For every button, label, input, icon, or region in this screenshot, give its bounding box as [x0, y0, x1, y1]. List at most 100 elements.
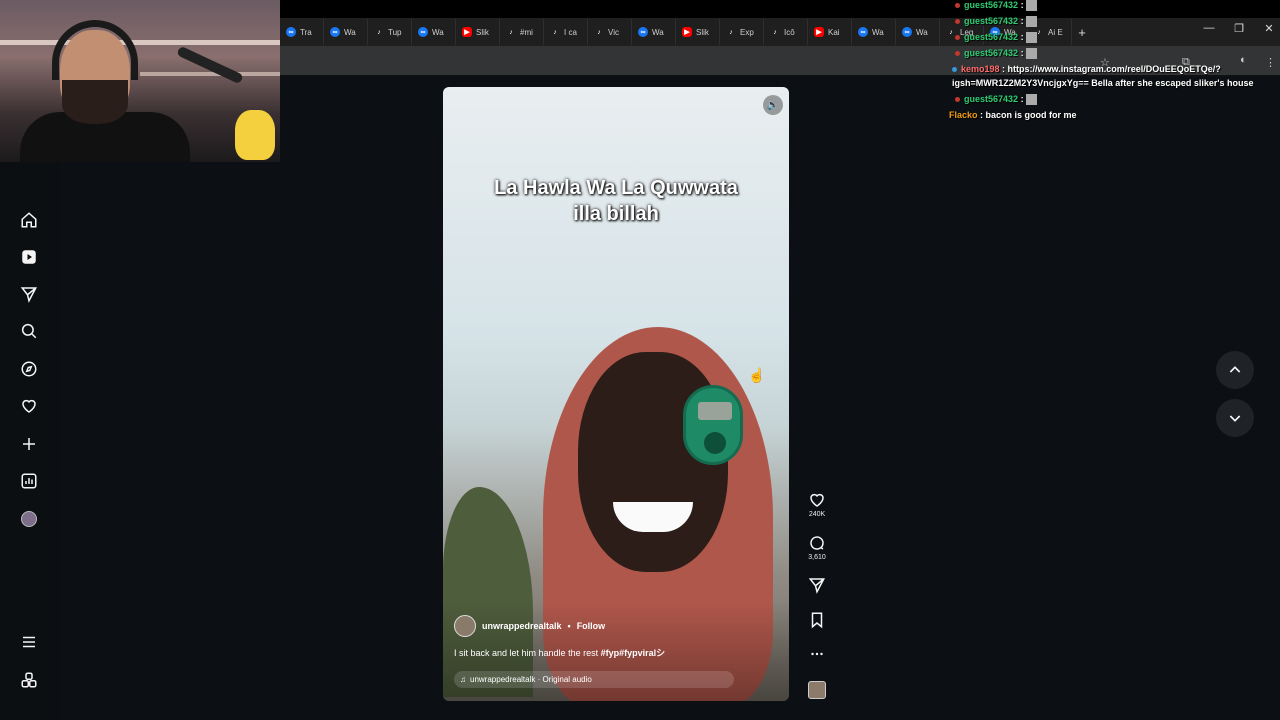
browser-tab[interactable]: ♪ Exp — [720, 19, 764, 45]
browser-tab[interactable]: ♪ Icô — [764, 19, 808, 45]
youtube-icon: ▶ — [682, 27, 692, 37]
new-tab-button[interactable]: + — [1072, 25, 1092, 40]
shelf — [140, 72, 280, 76]
menu-icon[interactable] — [18, 631, 40, 653]
browser-tab[interactable]: ♪ Vic — [588, 19, 632, 45]
chat-username: guest567432 — [964, 94, 1019, 104]
emote-icon — [1025, 32, 1037, 44]
volume-icon[interactable]: 🔈 — [763, 95, 783, 115]
shelf — [0, 40, 280, 45]
explore-icon[interactable] — [18, 358, 40, 380]
chat-username: guest567432 — [964, 48, 1019, 58]
profile-icon[interactable]: ◐ — [1240, 54, 1247, 66]
meta-icon: ∞ — [638, 27, 648, 37]
author-username[interactable]: unwrappedrealtalk — [482, 621, 562, 631]
comment-icon — [810, 536, 824, 550]
screen: ∞ Tra ∞ Wa ♪ Tup ∞ Wa ▶ Slik ♪ #mi ♪ I ca ♪ Vic … — [0, 0, 1280, 720]
create-icon[interactable] — [18, 433, 40, 455]
tab-label: Wa — [432, 27, 444, 37]
tally-counter-screen — [698, 402, 732, 420]
browser-tab[interactable]: ∞ Tra — [280, 19, 324, 45]
tab-label: Exp — [740, 27, 754, 37]
chat-text: : — [1020, 48, 1024, 58]
send-icon — [808, 578, 825, 594]
tab-label: Ai E — [1048, 27, 1063, 37]
save-button[interactable] — [805, 611, 829, 629]
more-menu-icon[interactable]: ⋮ — [1265, 56, 1276, 69]
audio-pill[interactable]: ♫ unwrappedrealtalk · Original audio — [454, 671, 734, 688]
tally-counter-button — [704, 432, 726, 454]
tab-label: Tra — [300, 27, 312, 37]
dashboard-icon[interactable] — [18, 470, 40, 492]
chat-text: : — [1020, 0, 1024, 10]
separator: • — [567, 621, 571, 631]
chat-message: guest567432 : — [955, 0, 1037, 12]
tab-label: Kai — [828, 27, 840, 37]
tab-label: Wa — [872, 27, 884, 37]
chat-message: guest567432 : — [955, 48, 1037, 60]
follow-button[interactable]: Follow — [577, 621, 606, 631]
bookmark-icon — [811, 612, 823, 629]
tiktok-icon: ♪ — [729, 28, 733, 36]
hashtags[interactable]: #fyp#fypviralシ — [601, 648, 666, 658]
emote-icon — [1025, 94, 1037, 106]
restore-button[interactable]: ❐ — [1224, 22, 1254, 35]
tab-label: #mi — [520, 27, 533, 37]
share-button[interactable] — [805, 576, 829, 594]
tab-label: Wa — [652, 27, 664, 37]
browser-tab[interactable]: ∞ Wa — [324, 19, 368, 45]
browser-tab[interactable]: ∞ Wa — [632, 19, 676, 45]
audio-thumbnail[interactable] — [808, 681, 826, 699]
music-note-icon: ♫ — [460, 675, 466, 684]
tab-label: I ca — [564, 27, 577, 37]
browser-tab[interactable]: ∞ Wa — [896, 19, 940, 45]
minimize-button[interactable]: — — [1194, 22, 1224, 34]
search-icon[interactable] — [18, 320, 40, 342]
meta-icon: ∞ — [858, 27, 868, 37]
like-button[interactable]: 240K — [805, 491, 829, 518]
profile-avatar[interactable] — [18, 508, 40, 530]
browser-tab[interactable]: ∞ Wa — [852, 19, 896, 45]
send-icon[interactable] — [18, 283, 40, 305]
tab-label: Vic — [608, 27, 619, 37]
headphones — [52, 20, 138, 80]
tab-label: Slik — [476, 27, 489, 37]
author-avatar[interactable] — [454, 615, 476, 637]
tiktok-icon: ♪ — [597, 28, 601, 36]
browser-tab-bar: ∞ Tra ∞ Wa ♪ Tup ∞ Wa ▶ Slik ♪ #mi ♪ I ca ♪ Vic … — [280, 18, 1280, 46]
browser-tab[interactable]: ▶ Slik — [676, 19, 720, 45]
chat-text: : — [1020, 16, 1024, 26]
chat-text: : https://www.instagram.com/reel/DOuEEQo… — [1002, 64, 1221, 74]
apps-icon[interactable] — [18, 669, 40, 691]
chat-message: guest567432 : — [955, 32, 1037, 44]
more-options-button[interactable] — [805, 645, 829, 663]
tab-label: Icô — [784, 27, 795, 37]
browser-tab[interactable]: ▶ Slik — [456, 19, 500, 45]
more-icon — [811, 652, 823, 656]
browser-tab[interactable]: ∞ Wa — [412, 19, 456, 45]
close-window-button[interactable]: ✕ — [1254, 22, 1280, 35]
chat-message: guest567432 : — [955, 94, 1037, 106]
emote-icon — [1025, 16, 1037, 28]
chat-text: : — [1020, 94, 1024, 104]
browser-tab[interactable]: ♪ I ca — [544, 19, 588, 45]
browser-tab[interactable]: ▶ Kai — [808, 19, 852, 45]
tiktok-icon: ♪ — [377, 28, 381, 36]
tally-counter — [683, 385, 743, 465]
reels-icon[interactable] — [18, 246, 40, 268]
next-reel-button[interactable] — [1216, 399, 1254, 437]
chevron-up-icon — [1229, 366, 1241, 373]
heart-icon[interactable] — [18, 395, 40, 417]
chat-message: guest567432 : — [955, 16, 1037, 28]
browser-tab[interactable]: ♪ Tup — [368, 19, 412, 45]
browser-tab[interactable]: ♪ #mi — [500, 19, 544, 45]
tiktok-icon: ♪ — [773, 28, 777, 36]
tab-label: Slik — [696, 27, 709, 37]
youtube-icon: ▶ — [462, 27, 472, 37]
microphone-arm — [176, 45, 244, 85]
reel-video[interactable]: La Hawla Wa La Quwwata illa billah 🔈 unw… — [443, 87, 789, 701]
chevron-down-icon — [1229, 415, 1241, 422]
previous-reel-button[interactable] — [1216, 351, 1254, 389]
home-icon[interactable] — [18, 209, 40, 231]
comment-button[interactable]: 3,610 — [805, 534, 829, 561]
